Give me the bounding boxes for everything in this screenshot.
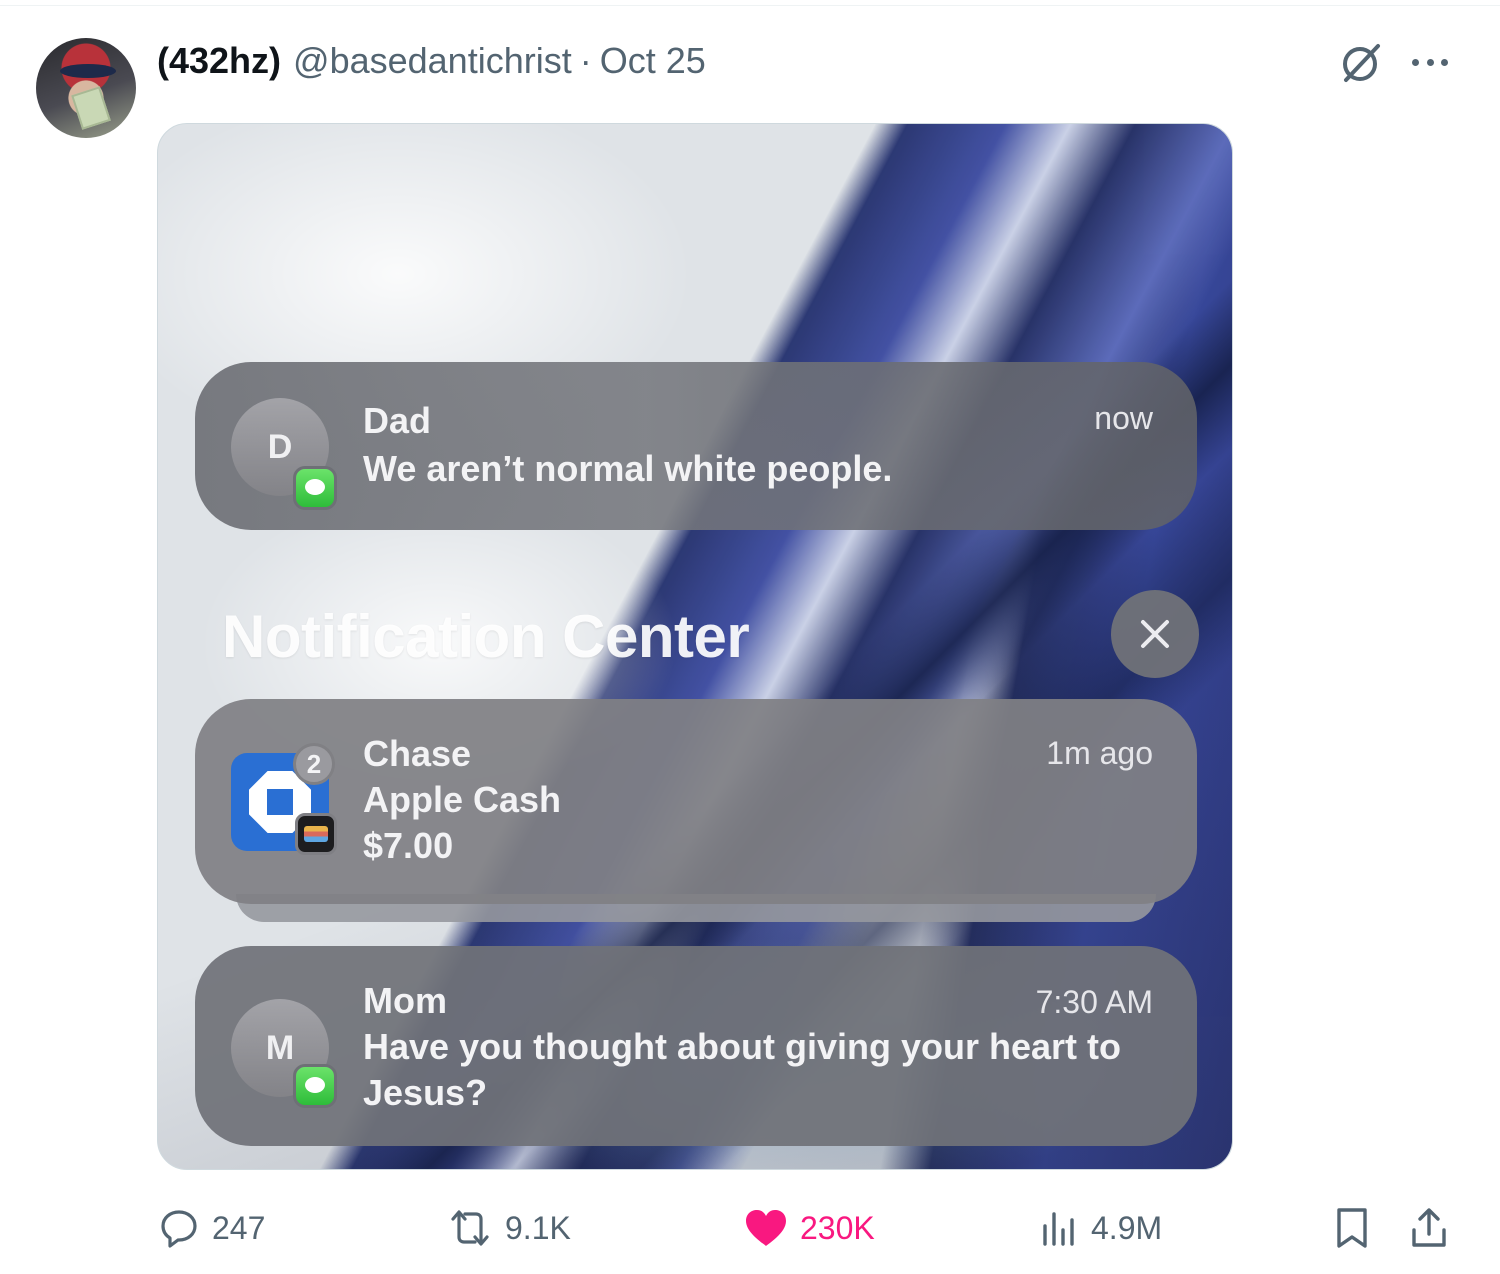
avatar-cash — [71, 86, 111, 130]
more-options-icon[interactable] — [1408, 44, 1452, 80]
views-button[interactable]: 4.9M — [1039, 1206, 1162, 1250]
repost-button[interactable]: 9.1K — [447, 1206, 571, 1250]
share-icon — [1412, 1208, 1446, 1247]
stack-count-badge: 2 — [293, 743, 335, 785]
view-count: 4.9M — [1091, 1209, 1163, 1246]
notification-sender: Dad — [363, 400, 432, 441]
messages-icon — [293, 466, 337, 510]
tweet-media-image[interactable]: D Dad We aren’t normal white people. now… — [157, 123, 1233, 1170]
avatar[interactable] — [36, 38, 136, 138]
tweet-action-bar: 247 9.1K 230K 4.9M — [0, 1200, 1500, 1260]
notification-message: We aren’t normal white people. — [363, 448, 893, 489]
notification-center-heading: Notification Center — [222, 603, 750, 670]
notification-time: 1m ago — [1046, 735, 1153, 771]
share-button[interactable] — [1409, 1206, 1449, 1250]
notification-app-name: Chase — [363, 733, 472, 774]
reply-icon — [161, 1210, 197, 1248]
messages-icon — [293, 1064, 337, 1108]
user-handle[interactable]: @basedantichrist — [293, 40, 572, 82]
notification-dad[interactable]: D Dad We aren’t normal white people. now — [195, 362, 1197, 530]
close-icon[interactable] — [1111, 590, 1199, 678]
notification-subtitle: Apple Cash — [363, 779, 562, 820]
notification-time: now — [1094, 400, 1153, 436]
bookmark-button[interactable] — [1332, 1206, 1372, 1250]
notification-chase[interactable]: 2 Chase Apple Cash $7.00 1m ago — [195, 699, 1197, 904]
tweet-date[interactable]: Oct 25 — [600, 40, 706, 82]
top-divider — [0, 5, 1500, 6]
reply-button[interactable]: 247 — [158, 1206, 265, 1250]
display-name[interactable]: (432hz) — [157, 40, 281, 82]
notification-amount: $7.00 — [363, 825, 454, 866]
grok-icon[interactable] — [1338, 40, 1384, 86]
bookmark-icon — [1337, 1208, 1367, 1248]
tweet-header: (432hz) @basedantichrist · Oct 25 — [157, 40, 706, 84]
separator-dot: · — [579, 40, 592, 81]
like-count: 230K — [800, 1209, 875, 1246]
views-icon — [1043, 1212, 1074, 1246]
notification-message: Have you thought about giving your heart… — [363, 1026, 1122, 1113]
wallet-icon — [295, 813, 337, 855]
repost-icon — [451, 1210, 489, 1246]
notification-mom[interactable]: M Mom Have you thought about giving your… — [195, 946, 1197, 1146]
reply-count: 247 — [212, 1209, 266, 1246]
like-button[interactable]: 230K — [744, 1206, 875, 1250]
notification-time: 7:30 AM — [1035, 984, 1153, 1020]
repost-count: 9.1K — [505, 1209, 571, 1246]
notification-sender: Mom — [363, 980, 447, 1021]
heart-icon — [746, 1210, 786, 1246]
avatar-hat — [60, 64, 116, 78]
